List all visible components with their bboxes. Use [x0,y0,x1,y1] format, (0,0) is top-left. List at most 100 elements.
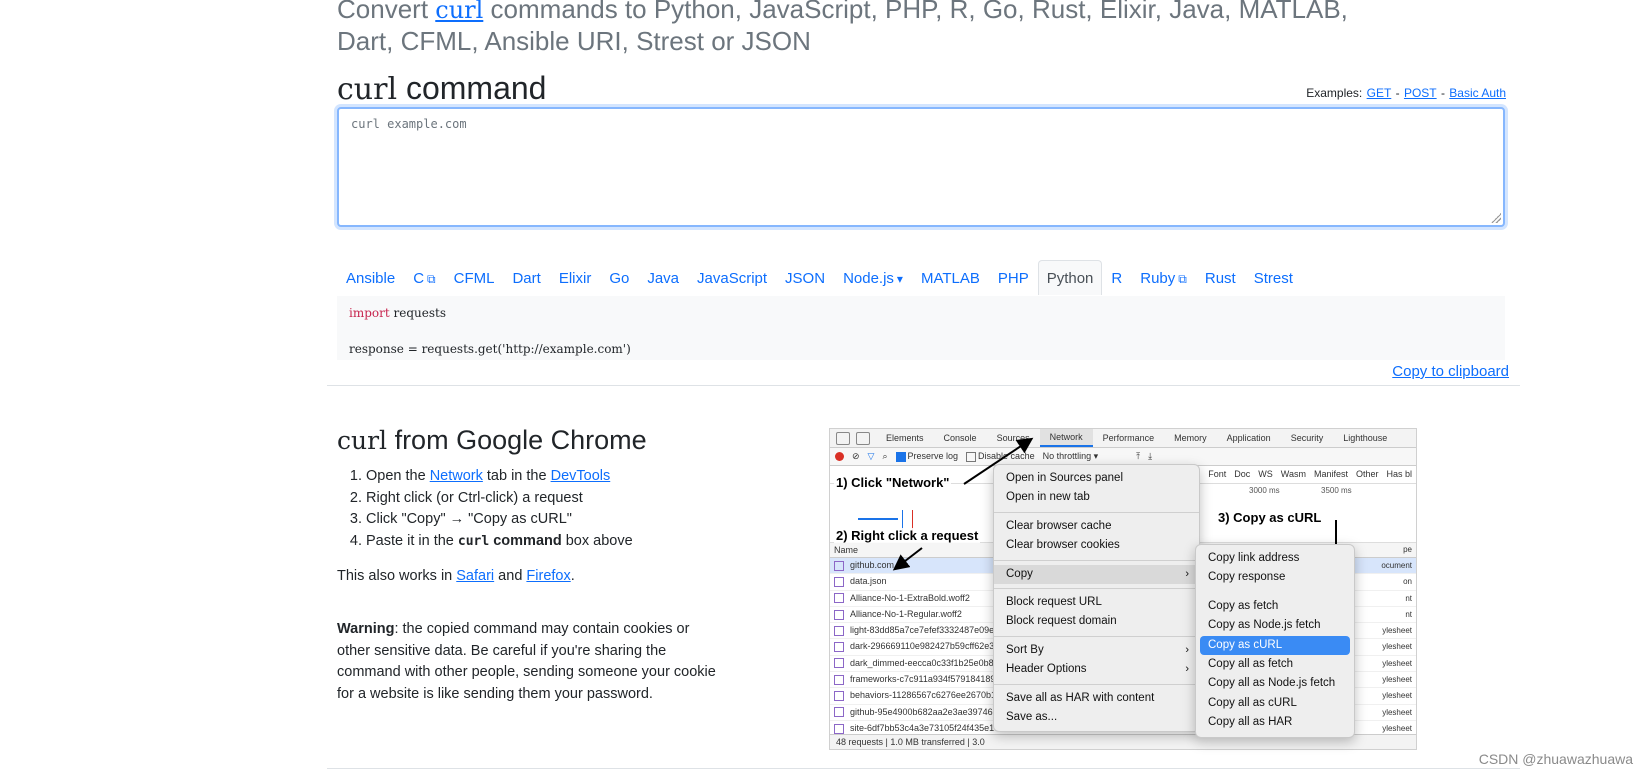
example-post-link[interactable]: POST [1404,86,1437,100]
tab-cfml[interactable]: CFML [445,260,504,295]
tab-python[interactable]: Python [1037,260,1103,295]
warning-note: Warning: the copied command may contain … [337,619,717,705]
tab-dart[interactable]: Dart [503,260,549,295]
menu-item-label: Copy as fetch [1208,599,1279,612]
menu-item-label: Open in new tab [1006,491,1090,504]
safari-link[interactable]: Safari [456,568,494,584]
request-name: behaviors-11286567c6276ee2670b1b [850,690,1001,701]
headline-prefix: Convert [337,0,436,24]
menu-item-sort-by[interactable]: Sort By › [994,641,1199,660]
menu-gap [1196,588,1354,597]
menu-item-header-options[interactable]: Header Options › [994,660,1199,679]
step-item: Paste it in the curl command box above [366,531,633,553]
menu-item-copy-link-address[interactable]: Copy link address [1196,549,1354,568]
menu-item-open-in-new-tab[interactable]: Open in new tab [994,488,1199,507]
examples-links: Examples: GET - POST - Basic Auth [1306,86,1506,100]
devtools-tab-elements: Elements [886,433,924,443]
disable-cache-checkbox: Disable cache [966,451,1035,462]
devtools-tab-bar: Elements Console Sources Network Performance… [830,429,1416,448]
devtools-tab-console: Console [943,433,977,443]
curl-command-placeholder: curl example.com [351,117,467,131]
menu-item-block-request-domain[interactable]: Block request domain [994,612,1199,631]
tab-label: CFML [453,270,495,287]
step-4-before: Paste it in the [366,532,458,549]
step-1-middle: tab in the [482,468,551,484]
menu-item-block-request-url[interactable]: Block request URL [994,593,1199,612]
menu-item-copy-all-as-curl[interactable]: Copy all as cURL [1196,694,1354,713]
menu-item-label: Copy all as cURL [1208,696,1297,709]
annotation-step-3: 3) Copy as cURL [1216,510,1324,525]
tab-php[interactable]: PHP [989,260,1038,295]
request-type: ylesheet [1382,626,1412,636]
tab-rust[interactable]: Rust [1196,260,1245,295]
curl-docs-link[interactable]: curl [435,0,483,24]
type-filter: Has bl [1386,469,1412,479]
menu-item-copy-as-node-js-fetch[interactable]: Copy as Node.js fetch [1196,616,1354,635]
tab-javascript[interactable]: JavaScript [688,260,776,295]
devtools-tab-performance: Performance [1102,433,1155,443]
resource-type-filters: Font Doc WS Wasm Manifest Other Has bl [1200,469,1412,479]
watermark-text: CSDN @zhuawazhuawa [1478,751,1633,767]
tab-go[interactable]: Go [600,260,638,295]
command-heading-text: command [397,70,547,106]
firefox-link[interactable]: Firefox [526,568,570,584]
menu-item-copy-as-curl[interactable]: Copy as cURL [1200,635,1350,655]
request-name: dark-296669110e982427b59cff62e3e [850,641,1000,652]
step-4-after: box above [561,532,633,549]
section-divider-bottom [327,768,1520,769]
menu-item-copy-as-fetch[interactable]: Copy as fetch [1196,597,1354,616]
request-type: ylesheet [1382,707,1412,717]
tab-matlab[interactable]: MATLAB [912,260,989,295]
tab-strest[interactable]: Strest [1245,260,1302,295]
tab-node-js[interactable]: Node.js ▾ [834,260,912,295]
tab-ansible[interactable]: Ansible [337,260,404,295]
file-icon [834,658,844,669]
menu-item-label: Copy as cURL [1208,638,1283,651]
request-name: github.com [850,560,895,570]
tab-r[interactable]: R [1102,260,1131,295]
menu-item-copy-all-as-node-js-fetch[interactable]: Copy all as Node.js fetch [1196,674,1354,693]
warning-label: Warning [337,621,395,637]
resize-grip-icon[interactable] [1491,213,1501,223]
menu-item-copy-all-as-fetch[interactable]: Copy all as fetch [1196,655,1354,674]
tab-elixir[interactable]: Elixir [550,260,601,295]
tab-c[interactable]: C ⧉ [404,260,444,295]
network-link[interactable]: Network [430,468,483,484]
menu-item-copy-response[interactable]: Copy response [1196,568,1354,587]
section-divider [327,385,1520,386]
download-icon: ⤓ [1148,451,1153,461]
devtools-tab-application: Application [1226,433,1271,443]
code-line-1-rest: requests [389,306,447,320]
request-type: ylesheet [1382,675,1412,685]
tab-json[interactable]: JSON [776,260,834,295]
menu-item-copy-all-as-har[interactable]: Copy all as HAR [1196,713,1354,732]
menu-item-label: Save all as HAR with content [1006,691,1155,704]
tab-ruby[interactable]: Ruby ⧉ [1131,260,1196,295]
code-keyword: import [349,306,390,320]
file-icon [834,723,844,734]
devtools-link[interactable]: DevTools [551,468,611,484]
copy-to-clipboard-link[interactable]: Copy to clipboard [1392,363,1509,380]
headline-suffix: commands to Python, JavaScript, PHP, R, … [337,0,1348,56]
inspect-icon [836,431,850,445]
menu-item-label: Copy as Node.js fetch [1208,619,1321,632]
menu-item-label: Sort By [1006,643,1044,656]
tab-label: Python [1046,270,1094,287]
tab-label: Ruby [1140,270,1176,287]
menu-item-clear-browser-cookies[interactable]: Clear browser cookies [994,536,1199,555]
tab-label: Dart [512,270,541,287]
menu-separator [994,587,1199,589]
menu-item-save-all-as-har-with-content[interactable]: Save all as HAR with content [994,689,1199,708]
throttling-select: No throttling ▾ [1042,451,1099,461]
menu-item-copy[interactable]: Copy › [994,564,1199,584]
menu-item-save-as-[interactable]: Save as... [994,708,1199,727]
warning-text: : the copied command may contain cookies… [337,621,716,702]
menu-item-clear-browser-cache[interactable]: Clear browser cache [994,517,1199,536]
example-get-link[interactable]: GET [1367,86,1392,100]
tab-java[interactable]: Java [638,260,688,295]
menu-item-label: Clear browser cache [1006,519,1112,532]
example-basic-auth-link[interactable]: Basic Auth [1449,86,1506,100]
curl-command-input[interactable]: curl example.com [337,107,1505,227]
request-name: frameworks-c7c911a934f579184189b [850,674,1001,685]
menu-item-open-in-sources-panel[interactable]: Open in Sources panel [994,469,1199,488]
